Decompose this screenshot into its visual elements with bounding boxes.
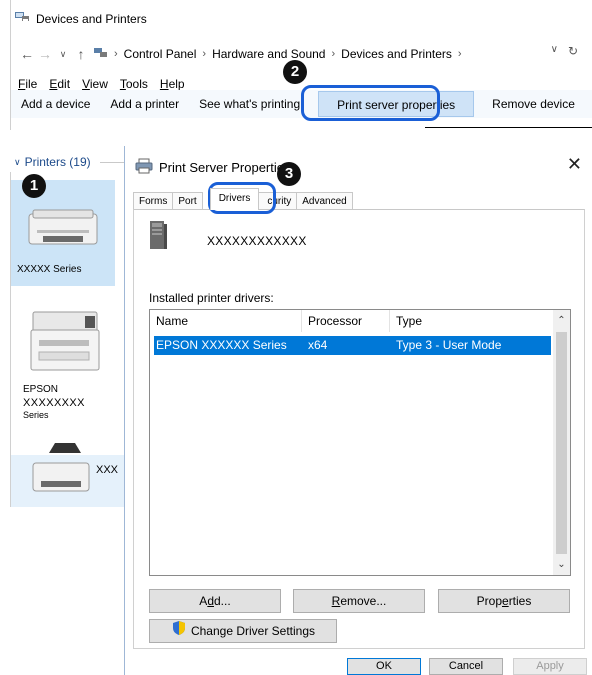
scroll-thumb[interactable] (556, 332, 567, 554)
server-icon (147, 220, 169, 255)
cancel-button[interactable]: Cancel (429, 658, 503, 675)
tab-strip: Forms Port Drivers curity Advanced (133, 188, 353, 210)
remove-device-button[interactable]: Remove device (482, 90, 585, 118)
apply-button[interactable]: Apply (513, 658, 587, 675)
devices-printers-icon (14, 10, 30, 27)
printer-icon (27, 441, 97, 504)
title-bar: Devices and Printers (14, 10, 147, 27)
divider (425, 127, 592, 128)
address-controls: ∨ ↻ (551, 44, 578, 58)
vertical-scrollbar[interactable]: ⌃ ⌄ (553, 310, 570, 575)
up-arrow-icon[interactable]: ↑ (72, 46, 90, 62)
printer-label-line1: EPSON (23, 384, 59, 395)
driver-properties-button[interactable]: Properties (438, 589, 570, 613)
driver-type: Type 3 - User Mode (396, 338, 502, 352)
printer-label-line3: Series (23, 410, 49, 420)
see-whats-printing-button[interactable]: See what's printing (189, 90, 310, 118)
breadcrumb-separator: › (457, 48, 462, 60)
dialog-title: Print Server Properties (159, 160, 291, 175)
server-name: XXXXXXXXXXXX (207, 234, 307, 248)
breadcrumb-separator: › (202, 48, 207, 60)
breadcrumb-hardware-sound[interactable]: Hardware and Sound (212, 47, 325, 61)
installed-drivers-label: Installed printer drivers: (149, 291, 274, 305)
printer-item[interactable] (11, 443, 125, 507)
print-server-properties-dialog: Print Server Properties ✕ Forms Port Dri… (124, 146, 592, 675)
breadcrumb-separator: › (331, 48, 336, 60)
printer-label-partial: XXX (96, 464, 119, 476)
printer-icon (135, 158, 153, 177)
printer-item[interactable]: EPSON XXXXXXXX Series (11, 302, 115, 432)
dialog-title-bar: Print Server Properties (135, 158, 291, 177)
tab-ports[interactable]: Port (172, 192, 203, 210)
recent-dropdown-icon[interactable]: ∨ (54, 49, 72, 60)
divider (100, 162, 124, 163)
menu-view[interactable]: View (82, 77, 108, 91)
printer-icon (25, 306, 105, 379)
drivers-list[interactable]: Name Processor Type EPSON XXXXXX Series … (149, 309, 571, 576)
printers-count-label: Printers (19) (24, 155, 91, 169)
change-driver-settings-label: Change Driver Settings (190, 624, 316, 638)
printer-label-line2: XXXXXXXX (23, 397, 85, 409)
tab-advanced[interactable]: Advanced (296, 192, 353, 210)
callout-badge-2: 2 (283, 60, 307, 84)
callout-ring-print-server (301, 85, 440, 121)
callout-badge-3: 3 (277, 162, 301, 186)
forward-arrow-icon[interactable]: → (36, 46, 54, 62)
menu-tools[interactable]: Tools (120, 77, 148, 91)
uac-shield-icon (171, 620, 187, 643)
breadcrumb-devices-printers[interactable]: Devices and Printers (341, 47, 452, 61)
location-icon (94, 47, 108, 62)
address-dropdown-icon[interactable]: ∨ (551, 44, 558, 58)
remove-driver-button[interactable]: Remove... (293, 589, 425, 613)
add-device-button[interactable]: Add a device (11, 90, 100, 118)
add-printer-button[interactable]: Add a printer (100, 90, 189, 118)
printer-label: XXXXX Series (17, 264, 82, 275)
printer-icon (23, 200, 103, 253)
column-header-processor[interactable]: Processor (302, 310, 390, 332)
add-driver-button[interactable]: Add... (149, 589, 281, 613)
menu-help[interactable]: Help (160, 77, 185, 91)
tab-drivers[interactable]: Drivers (209, 188, 260, 210)
menu-bar: File Edit View Tools Help (18, 77, 185, 91)
window-title: Devices and Printers (36, 11, 147, 26)
menu-edit[interactable]: Edit (49, 77, 70, 91)
tab-forms[interactable]: Forms (133, 192, 174, 210)
driver-name: EPSON XXXXXX Series (156, 338, 287, 352)
list-item[interactable]: EPSON XXXXXX Series x64 Type 3 - User Mo… (154, 336, 551, 355)
callout-badge-1: 1 (22, 174, 46, 198)
list-header: Name Processor Type (150, 310, 555, 332)
scroll-down-icon[interactable]: ⌄ (553, 556, 570, 573)
back-arrow-icon[interactable]: ← (18, 46, 36, 62)
column-header-type[interactable]: Type (390, 310, 555, 332)
menu-file[interactable]: File (18, 77, 37, 91)
breadcrumb-control-panel[interactable]: Control Panel (124, 47, 197, 61)
refresh-icon[interactable]: ↻ (568, 44, 578, 58)
printers-group-header[interactable]: ∨ Printers (19) (14, 155, 91, 169)
driver-processor: x64 (308, 338, 328, 352)
breadcrumb-separator: › (114, 48, 118, 60)
close-icon[interactable]: ✕ (567, 154, 582, 175)
ok-button[interactable]: OK (347, 658, 421, 675)
chevron-down-icon: ∨ (14, 156, 21, 167)
scroll-up-icon[interactable]: ⌃ (553, 312, 570, 329)
column-header-name[interactable]: Name (150, 310, 302, 332)
change-driver-settings-button[interactable]: Change Driver Settings (149, 619, 337, 643)
